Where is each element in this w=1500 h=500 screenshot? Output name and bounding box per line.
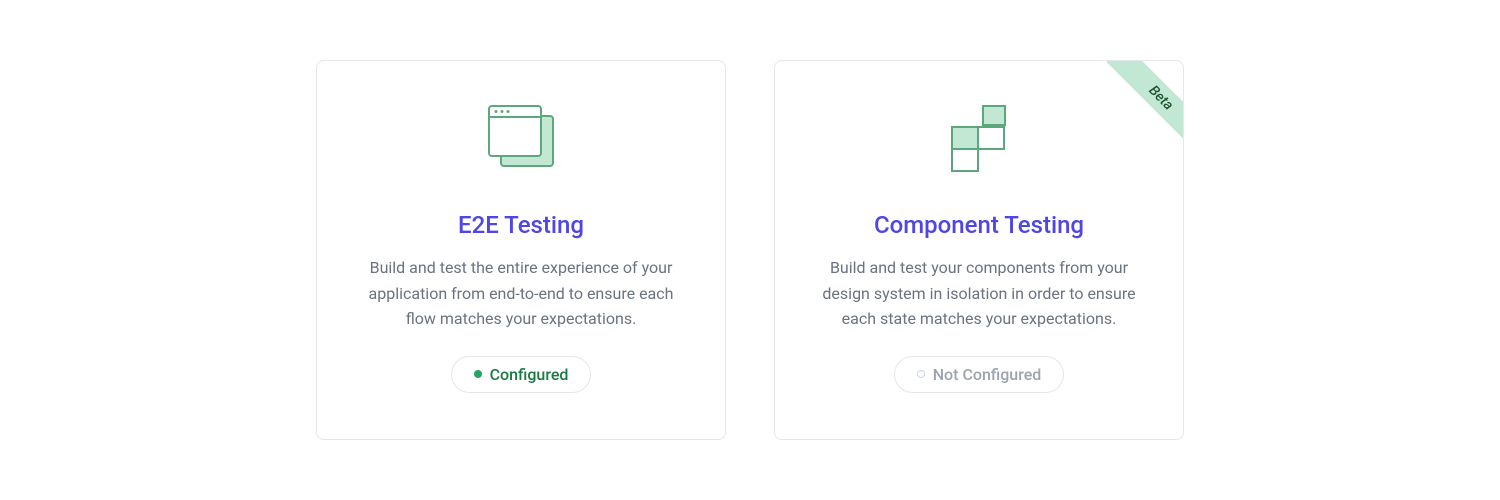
beta-label: Beta xyxy=(1107,61,1183,152)
status-label: Configured xyxy=(490,365,569,384)
e2e-testing-card[interactable]: E2E Testing Build and test the entire ex… xyxy=(316,60,726,440)
status-badge-not-configured: Not Configured xyxy=(894,356,1065,393)
browser-windows-icon xyxy=(481,93,561,183)
component-testing-card[interactable]: Beta Component Testing Build and test yo… xyxy=(774,60,1184,440)
status-badge-configured: Configured xyxy=(451,356,592,393)
card-description: Build and test the entire experience of … xyxy=(345,255,697,332)
status-dot-icon xyxy=(917,370,925,378)
status-dot-icon xyxy=(474,370,482,378)
beta-ribbon: Beta xyxy=(1073,61,1183,171)
card-title: Component Testing xyxy=(874,211,1084,239)
status-label: Not Configured xyxy=(933,365,1042,384)
card-description: Build and test your components from your… xyxy=(803,255,1155,332)
component-blocks-icon xyxy=(939,93,1019,183)
card-title: E2E Testing xyxy=(458,211,584,239)
